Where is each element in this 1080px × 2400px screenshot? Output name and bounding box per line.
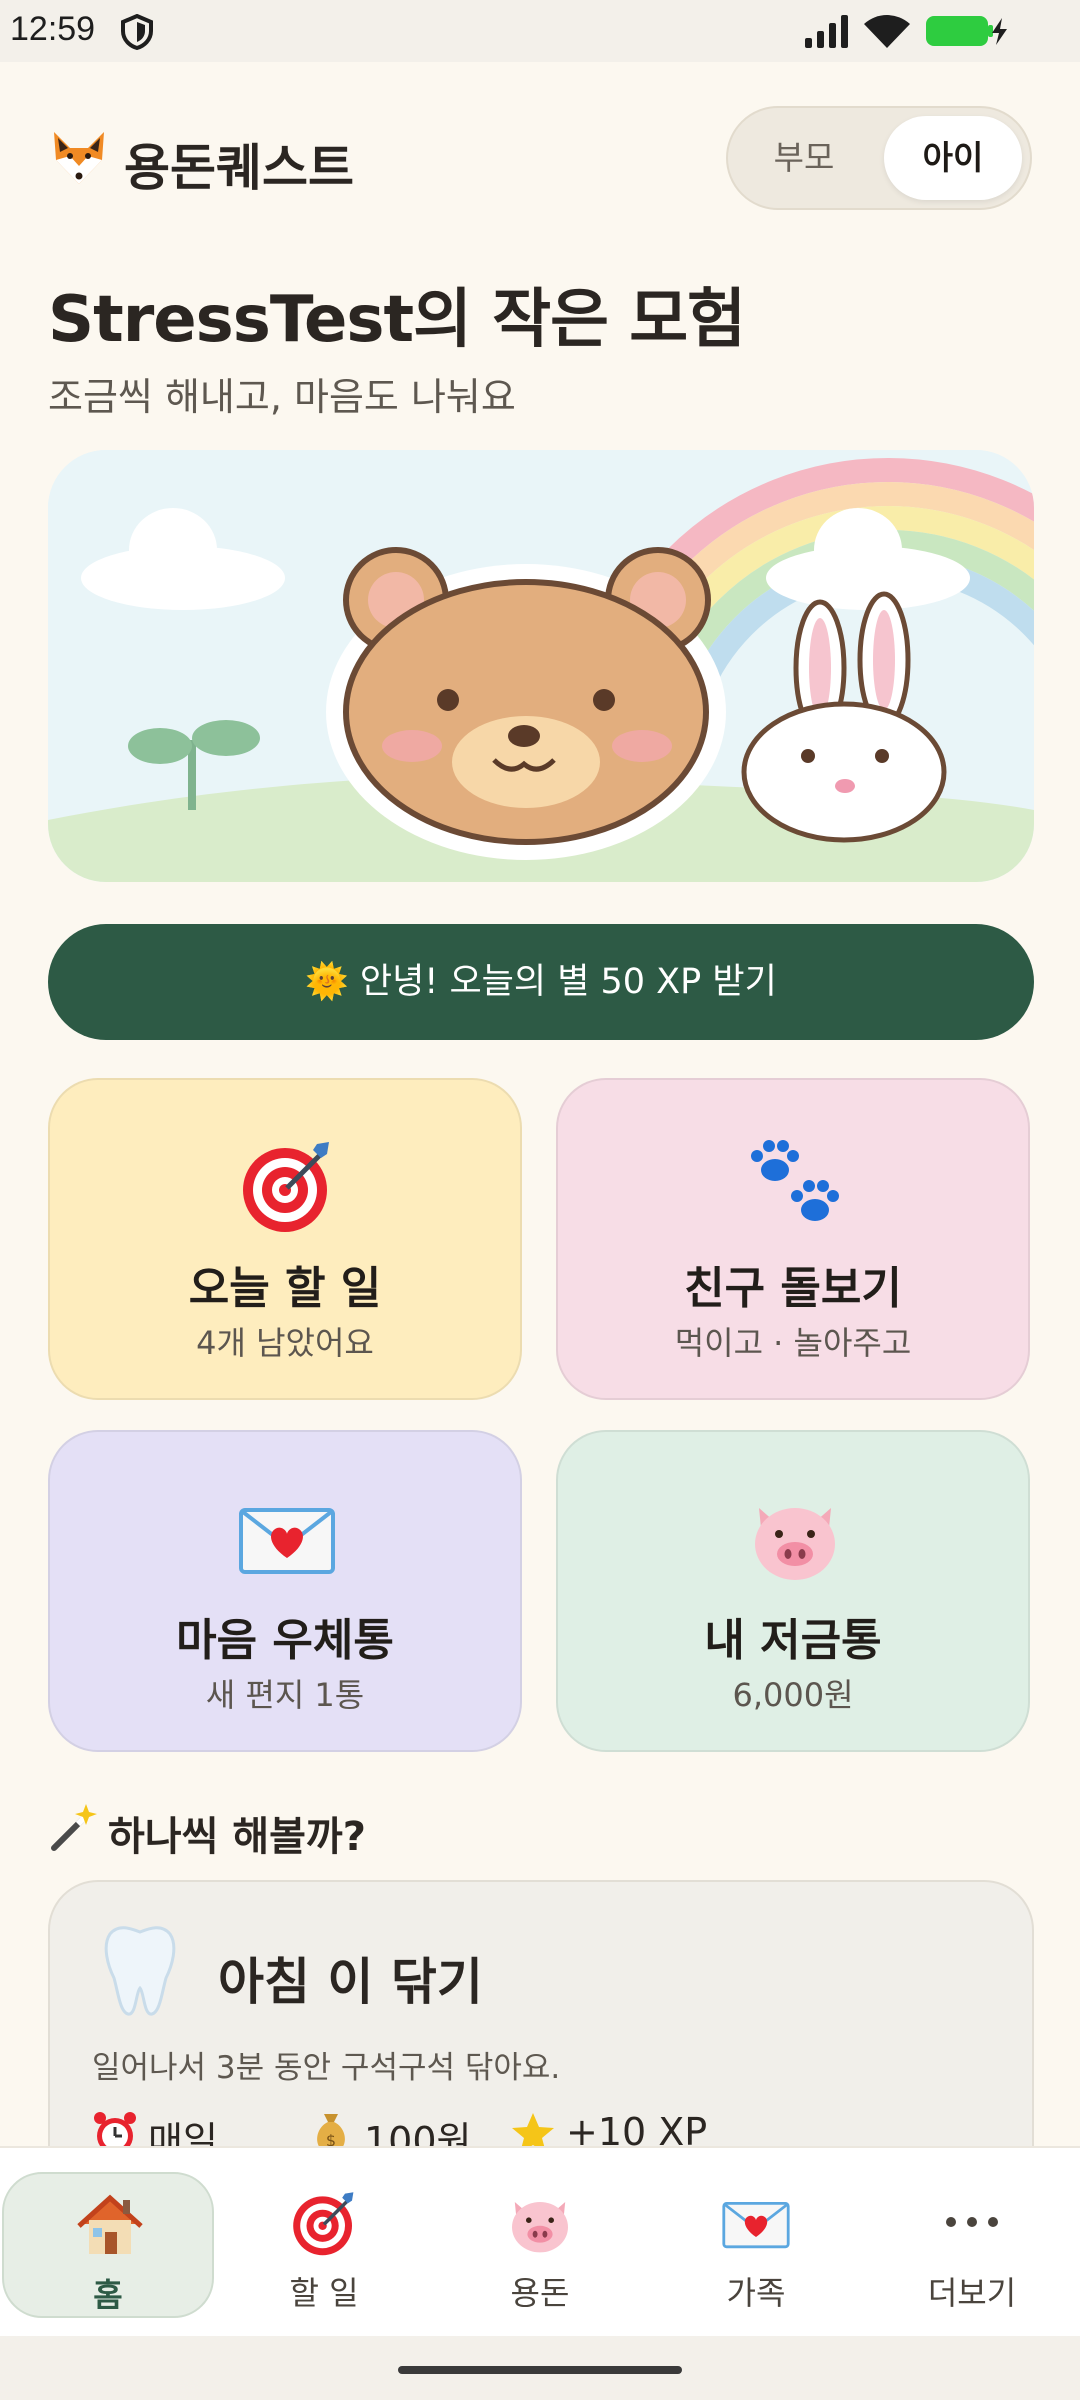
status-bar: 12:59	[0, 0, 1080, 62]
page-subtitle: 조금씩 해내고, 마음도 나눠요	[48, 375, 516, 419]
task-title: 아침 이 닦기	[218, 1953, 483, 2011]
card-subtitle: 6,000원	[732, 1676, 854, 1714]
nav-allowance[interactable]: 용돈	[434, 2172, 646, 2318]
wifi-icon	[864, 15, 910, 48]
card-title: 마음 우체통	[176, 1615, 394, 1666]
more-dots-icon	[946, 2217, 998, 2227]
home-gesture-bar[interactable]	[398, 2366, 682, 2374]
mode-child-option[interactable]: 아이	[884, 116, 1022, 200]
house-icon	[77, 2194, 143, 2254]
signal-icon	[805, 15, 848, 48]
card-subtitle: 4개 남았어요	[196, 1324, 374, 1362]
target-icon	[243, 1142, 329, 1232]
nav-label: 홈	[93, 2276, 123, 2314]
bear-and-bunny-illustration	[48, 450, 1034, 882]
nav-label: 용돈	[510, 2274, 570, 2312]
nav-family[interactable]: 가족	[650, 2172, 862, 2318]
mode-parent-option[interactable]: 부모	[736, 116, 872, 200]
nav-label: 가족	[726, 2274, 786, 2312]
love-letter-icon	[239, 1508, 335, 1574]
fox-icon	[54, 132, 104, 184]
task-description: 일어나서 3분 동안 구석구석 닦아요.	[92, 2050, 561, 2086]
bottom-navigation: 홈 할 일 용돈 가족 더보기	[0, 2146, 1080, 2338]
nav-label: 할 일	[289, 2274, 359, 2312]
card-subtitle: 새 편지 1통	[205, 1676, 365, 1714]
card-subtitle: 먹이고 · 놀아주고	[674, 1324, 912, 1362]
card-title: 친구 돌보기	[684, 1263, 902, 1314]
nav-label: 더보기	[927, 2274, 1017, 2312]
nav-home[interactable]: 홈	[2, 2172, 214, 2318]
section-title: 하나씩 해볼까?	[108, 1814, 366, 1860]
love-letter-icon	[722, 2202, 790, 2249]
bear-illustration	[326, 547, 726, 860]
battery-charging-icon	[926, 16, 1007, 46]
pig-icon	[755, 1508, 835, 1580]
mode-toggle[interactable]: 부모 아이	[726, 106, 1032, 210]
magic-wand-icon	[51, 1804, 97, 1851]
nav-more[interactable]: 더보기	[866, 2172, 1078, 2318]
status-time: 12:59	[10, 10, 96, 48]
card-pet-care[interactable]: 친구 돌보기 먹이고 · 놀아주고	[556, 1078, 1030, 1400]
card-mailbox[interactable]: 마음 우체통 새 편지 1통	[48, 1430, 522, 1752]
app-name: 용돈퀘스트	[124, 139, 354, 197]
card-today-tasks[interactable]: 오늘 할 일 4개 남았어요	[48, 1078, 522, 1400]
nav-todo[interactable]: 할 일	[218, 2172, 430, 2318]
target-icon	[293, 2192, 354, 2256]
card-piggy-bank[interactable]: 내 저금통 6,000원	[556, 1430, 1030, 1752]
paw-prints-icon	[751, 1140, 839, 1221]
pig-icon	[512, 2202, 568, 2253]
daily-xp-button[interactable]: 🌞 안녕! 오늘의 별 50 XP 받기	[48, 924, 1034, 1040]
tooth-icon	[104, 1926, 176, 2016]
hero-illustration	[48, 450, 1034, 882]
card-title: 내 저금통	[704, 1615, 882, 1666]
card-title: 오늘 할 일	[188, 1263, 382, 1314]
page-title: StressTest의 작은 모험	[48, 283, 746, 357]
shield-icon	[121, 14, 153, 50]
